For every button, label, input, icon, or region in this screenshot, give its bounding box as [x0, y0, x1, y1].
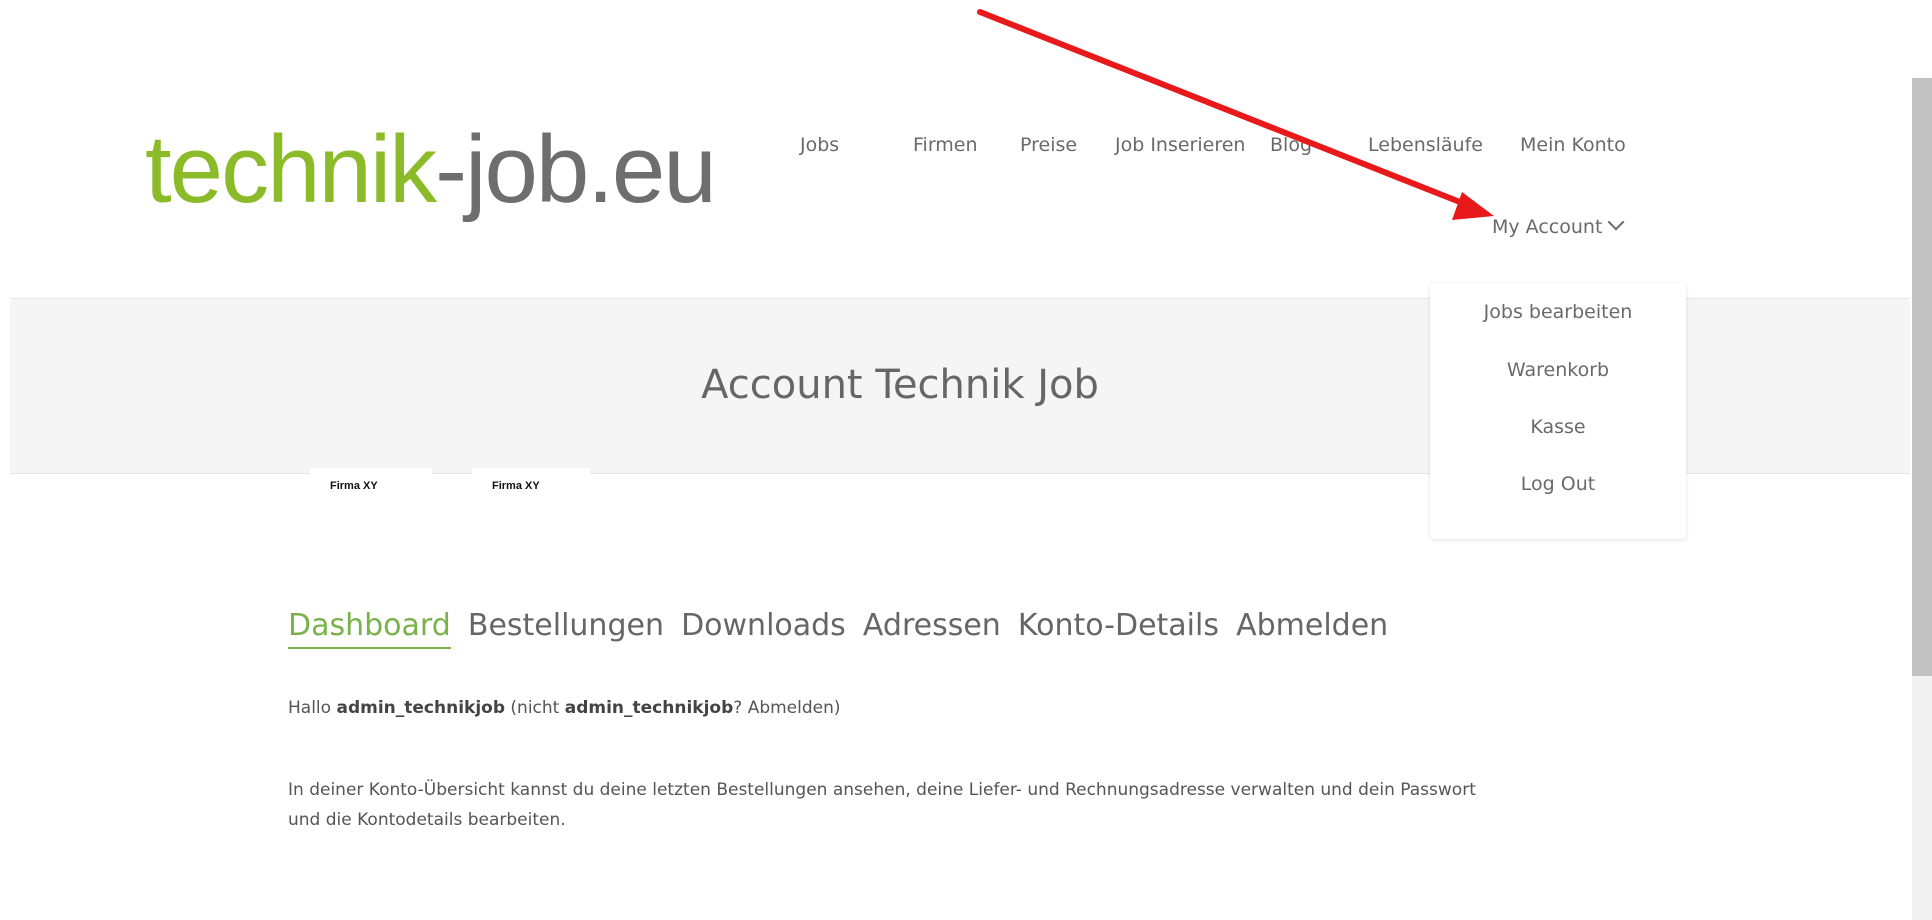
annotation-arrow [977, 9, 1494, 220]
annotation-arrow-shaft [977, 9, 1473, 209]
annotation-arrow-head [1452, 192, 1494, 220]
